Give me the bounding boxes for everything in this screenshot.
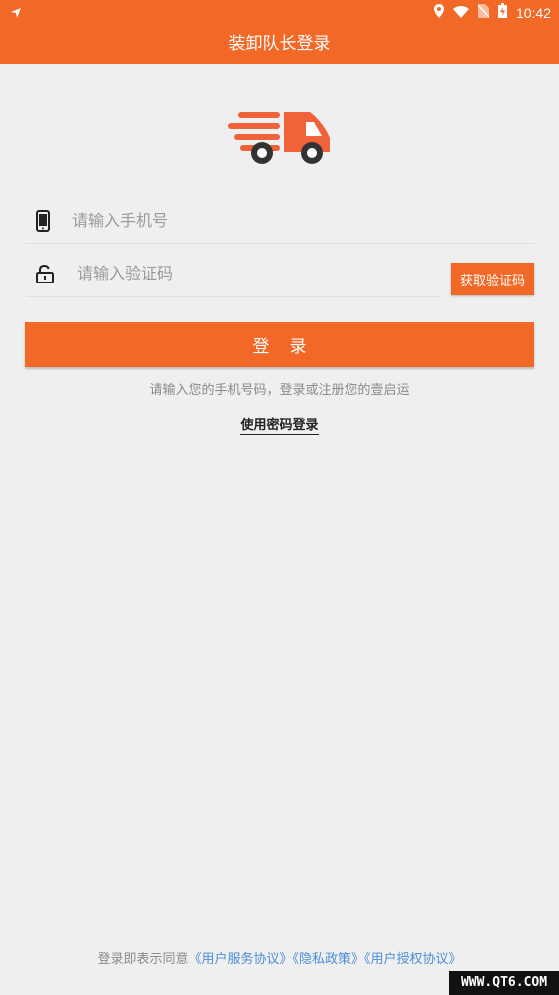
wifi-icon <box>452 3 469 22</box>
clock: 10:42 <box>515 4 551 21</box>
user-authorization-agreement-link[interactable]: 《用户授权协议》 <box>364 952 462 967</box>
password-login-container: 使用密码登录 <box>0 414 559 435</box>
code-input[interactable] <box>77 249 427 297</box>
phone-field <box>26 196 534 244</box>
login-hint: 请输入您的手机号码，登录或注册您的壹启运 <box>149 383 410 398</box>
watermark: WWW.QT6.COM <box>449 971 559 995</box>
get-code-button[interactable]: 获取验证码 <box>451 263 534 295</box>
navigation-arrow-icon <box>10 4 22 23</box>
page-title: 装卸队长登录 <box>0 24 559 64</box>
location-icon <box>433 3 444 22</box>
code-field <box>26 249 440 297</box>
truck-icon <box>226 106 334 170</box>
agreement-prefix: 登录即表示同意 <box>97 952 189 967</box>
password-login-link[interactable]: 使用密码登录 <box>240 418 319 435</box>
privacy-policy-link[interactable]: 《隐私政策》 <box>293 952 365 967</box>
user-service-agreement-link[interactable]: 《用户服务协议》 <box>188 952 292 967</box>
phone-input[interactable] <box>72 196 522 244</box>
unlock-icon <box>36 264 54 287</box>
login-button[interactable]: 登录 <box>25 322 534 367</box>
status-bar: 10:42 <box>0 0 559 24</box>
battery-charging-icon <box>497 3 507 22</box>
agreement-text: 登录即表示同意《用户服务协议》《隐私政策》《用户授权协议》 <box>0 948 559 967</box>
phone-icon <box>36 210 50 236</box>
no-sim-icon <box>477 3 490 22</box>
